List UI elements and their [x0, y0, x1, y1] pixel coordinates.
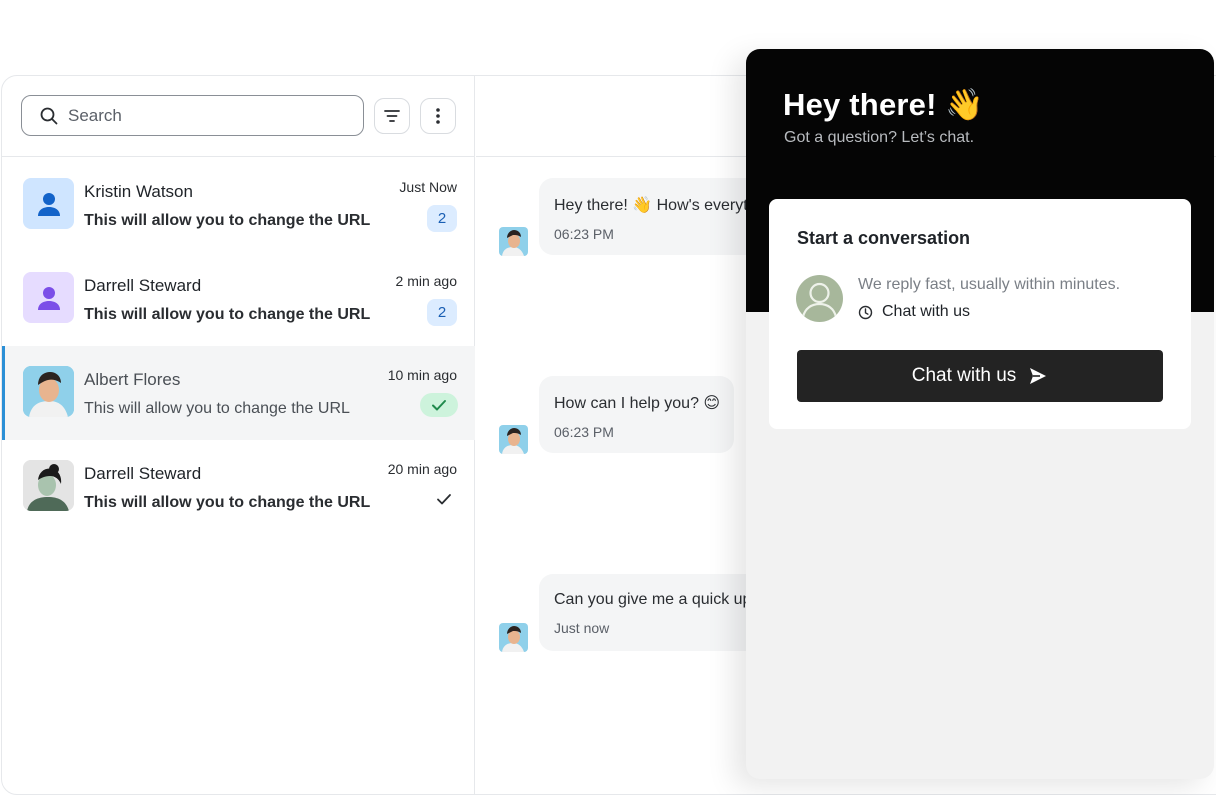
message-time: 2 min ago [395, 273, 457, 289]
message-time: 20 min ago [387, 461, 457, 477]
avatar [23, 460, 74, 511]
widget-subtitle: Got a question? Let’s chat. [784, 129, 975, 146]
message-text: How can I help you? 😊 [554, 395, 721, 412]
team-avatar [796, 275, 843, 322]
contact-name: Darrell Steward [84, 276, 202, 295]
chat-widget: Hey there! 👋 Got a question? Let’s chat.… [746, 49, 1214, 779]
reply-meta-label: Chat with us [882, 303, 971, 320]
sender-avatar [499, 227, 528, 256]
sender-avatar [499, 425, 528, 454]
user-placeholder-icon [801, 282, 838, 318]
widget-title: Hey there! 👋 [783, 87, 985, 122]
search-placeholder: Search [68, 105, 122, 125]
unread-count-badge: 2 [427, 299, 457, 326]
person-photo-icon [499, 227, 528, 256]
list-toolbar: Search [2, 76, 475, 157]
message-preview: This will allow you to change the URL [84, 400, 350, 417]
avatar [23, 366, 74, 417]
unread-count-badge: 2 [427, 205, 457, 232]
message-time: 06:23 PM [554, 424, 614, 440]
message-preview: This will allow you to change the URL [84, 494, 371, 511]
user-icon [37, 192, 60, 216]
reply-time-note: We reply fast, usually within minutes. [858, 276, 1121, 293]
conversation-item[interactable]: Darrell Steward This will allow you to c… [2, 440, 475, 534]
message-time: Just Now [399, 179, 457, 195]
kebab-menu-icon [436, 108, 440, 124]
person-photo-icon [23, 366, 74, 417]
check-icon [432, 400, 446, 411]
conversation-item[interactable]: Darrell Steward This will allow you to c… [2, 252, 475, 346]
send-icon [1030, 368, 1047, 384]
avatar [23, 272, 74, 323]
sender-avatar [499, 623, 528, 652]
conversation-list-pane: Search Kristin Watson This will allow yo… [2, 76, 475, 794]
chat-button-label: Chat with us [911, 365, 1017, 386]
chat-with-us-button[interactable]: Chat with us [797, 350, 1163, 402]
search-input[interactable]: Search [21, 95, 364, 136]
message-time: 10 min ago [387, 367, 457, 383]
start-conversation-card: Start a conversation We reply fast, usua… [769, 199, 1191, 429]
card-title: Start a conversation [797, 228, 971, 248]
conversation-item[interactable]: Kristin Watson This will allow you to ch… [2, 158, 475, 252]
person-photo-icon [499, 623, 528, 652]
contact-name: Darrell Steward [84, 464, 202, 483]
message-preview: This will allow you to change the URL [84, 306, 371, 323]
read-status-badge [420, 393, 458, 417]
person-photo-icon [499, 425, 528, 454]
illustrated-person-icon [23, 460, 74, 511]
more-options-button[interactable] [420, 98, 456, 134]
conversation-item-active[interactable]: Albert Flores This will allow you to cha… [2, 346, 475, 440]
message-bubble: How can I help you? 😊 06:23 PM [539, 376, 734, 453]
contact-name: Albert Flores [84, 370, 181, 389]
message-preview: This will allow you to change the URL [84, 212, 371, 229]
filter-icon [384, 110, 400, 122]
filter-button[interactable] [374, 98, 410, 134]
search-icon [40, 107, 58, 124]
clock-icon [858, 305, 873, 319]
avatar [23, 178, 74, 229]
contact-name: Kristin Watson [84, 182, 193, 201]
reply-meta: Chat with us [858, 303, 970, 321]
check-icon [437, 494, 451, 505]
user-icon [37, 286, 60, 310]
